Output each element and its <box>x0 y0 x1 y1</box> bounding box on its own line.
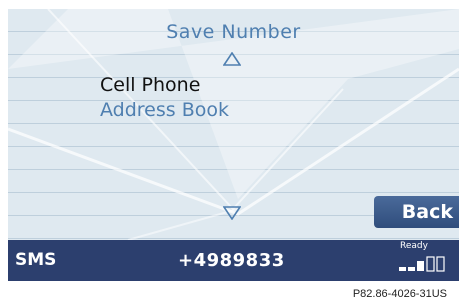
mode-label: SMS <box>15 250 57 270</box>
signal-bar <box>417 261 424 271</box>
status-bar: SMS +4989833 Ready <box>8 240 459 281</box>
signal-bar <box>436 256 445 272</box>
status-text: Ready <box>400 241 428 251</box>
scroll-down-icon[interactable] <box>223 206 241 220</box>
screen-title: Save Number <box>166 21 301 43</box>
display-area: Save Number Cell Phone Address Book Back <box>8 9 459 240</box>
signal-bar <box>426 256 435 272</box>
figure-caption: P82.86-4026-31US <box>352 288 447 300</box>
menu-item-cell-phone[interactable]: Cell Phone <box>100 74 200 96</box>
phone-number: +4989833 <box>178 250 285 271</box>
signal-bar <box>408 267 415 271</box>
back-button[interactable]: Back <box>374 196 459 228</box>
menu-item-address-book[interactable]: Address Book <box>100 99 229 121</box>
signal-bar <box>399 267 406 271</box>
signal-strength-icon <box>399 256 445 272</box>
device-screen: Save Number Cell Phone Address Book Back… <box>8 9 459 281</box>
scroll-up-icon[interactable] <box>223 52 241 66</box>
